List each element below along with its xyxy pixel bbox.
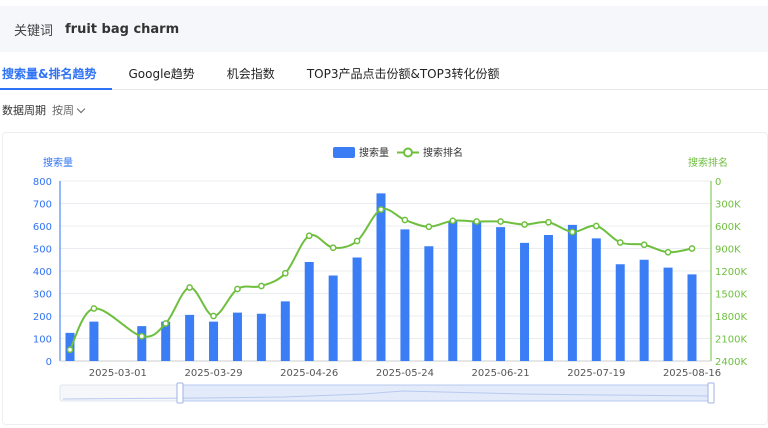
volume-bar[interactable] — [185, 314, 195, 361]
volume-bar[interactable] — [232, 312, 242, 361]
volume-bar[interactable] — [137, 326, 147, 361]
rank-point[interactable] — [258, 282, 265, 290]
tab-top3-share[interactable]: TOP3产品点击份额&TOP3转化份额 — [291, 58, 516, 90]
rank-point[interactable] — [329, 244, 337, 252]
left-axis-tick: 0 — [46, 357, 52, 368]
rank-point[interactable] — [210, 312, 217, 320]
period-selector: 数据周期 按周 — [2, 102, 86, 118]
chart-card: 搜索量 搜索排名 搜索量 搜索排名 0 100 200 300 400 500 600 700 800 0… — [2, 132, 768, 425]
rank-point[interactable] — [569, 228, 576, 236]
volume-bar[interactable] — [328, 275, 338, 362]
left-axis-tick: 200 — [33, 312, 52, 323]
rank-point[interactable] — [592, 222, 600, 230]
left-axis-tick: 400 — [33, 267, 52, 278]
period-dropdown[interactable]: 按周 — [52, 102, 86, 118]
rank-point[interactable] — [473, 218, 481, 225]
chevron-down-icon — [76, 104, 86, 113]
rank-point[interactable] — [688, 245, 696, 252]
volume-bar[interactable] — [663, 267, 673, 361]
right-axis-tick: 1200K — [715, 267, 747, 278]
volume-bar[interactable] — [543, 235, 553, 361]
trend-chart: 搜索量 搜索排名搜索量 搜索排名0100200300400500600700800 0… — [33, 146, 747, 404]
rank-point[interactable] — [66, 346, 74, 354]
volume-bar[interactable] — [376, 193, 386, 361]
tab-bar: 搜索量&排名趋势 Google趋势 机会指数 TOP3产品点击份额&TOP3转化… — [0, 58, 768, 90]
left-axis-tick: 700 — [33, 200, 52, 211]
right-axis-title: 搜索排名 — [688, 156, 728, 169]
rank-point[interactable] — [281, 269, 289, 277]
rank-point[interactable] — [186, 284, 193, 291]
volume-bar[interactable] — [280, 301, 290, 361]
zoom-slider-window[interactable] — [179, 384, 712, 402]
volume-bar[interactable] — [424, 246, 434, 361]
volume-bar[interactable] — [591, 238, 601, 361]
rank-point[interactable] — [545, 218, 552, 226]
right-axis-tick: 2400K — [715, 357, 747, 368]
x-axis-tick: 2025-03-01 — [89, 368, 147, 379]
rank-point[interactable] — [497, 218, 504, 225]
rank-point[interactable] — [449, 217, 457, 225]
rank-point[interactable] — [401, 216, 409, 224]
zoom-handle-left[interactable] — [176, 382, 184, 404]
rank-point[interactable] — [162, 320, 170, 327]
left-axis-title: 搜索量 — [43, 156, 73, 169]
rank-point[interactable] — [664, 248, 672, 256]
period-value: 按周 — [52, 104, 74, 117]
period-label: 数据周期 — [2, 104, 46, 117]
volume-bar[interactable] — [687, 274, 697, 361]
x-axis-tick: 2025-04-26 — [280, 368, 338, 379]
volume-bar[interactable] — [304, 262, 314, 361]
legend-label-rank[interactable]: 搜索排名 — [423, 146, 463, 159]
x-axis-tick: 2025-08-16 — [663, 368, 721, 379]
rank-point[interactable] — [353, 237, 361, 245]
volume-bar[interactable] — [352, 257, 362, 362]
legend-label-volume[interactable]: 搜索量 — [359, 146, 389, 159]
volume-bar[interactable] — [89, 321, 99, 361]
right-axis-tick: 600K — [715, 222, 741, 233]
left-axis-tick: 800 — [33, 177, 52, 188]
rank-point[interactable] — [305, 232, 313, 240]
rank-point[interactable] — [616, 239, 624, 246]
keyword-label: 关键词 — [14, 23, 54, 39]
left-axis-tick: 300 — [33, 290, 52, 301]
volume-bar[interactable] — [520, 242, 530, 361]
zoom-handle-right[interactable] — [707, 382, 715, 404]
legend-marker-rank[interactable] — [403, 147, 413, 158]
volume-bar[interactable] — [209, 321, 219, 361]
right-axis-tick: 300K — [715, 200, 741, 211]
volume-bar[interactable] — [472, 221, 482, 362]
keyword-bar: 关键词 fruit bag charm — [0, 6, 768, 52]
rank-point[interactable] — [234, 285, 241, 293]
x-axis-tick: 2025-05-24 — [376, 368, 434, 379]
volume-bar[interactable] — [256, 313, 266, 361]
tab-opportunity-index[interactable]: 机会指数 — [211, 58, 291, 90]
x-axis-tick: 2025-06-21 — [472, 368, 530, 379]
right-axis-tick: 1500K — [715, 290, 747, 301]
volume-bar[interactable] — [448, 221, 458, 362]
volume-bar[interactable] — [567, 224, 577, 361]
rank-point[interactable] — [377, 206, 385, 213]
volume-bar[interactable] — [639, 259, 649, 361]
keyword-value: fruit bag charm — [65, 21, 180, 37]
rank-point[interactable] — [425, 223, 433, 231]
right-axis-tick: 0 — [715, 177, 721, 188]
right-axis-tick: 1800K — [715, 312, 747, 323]
tab-google-trends[interactable]: Google趋势 — [112, 58, 210, 90]
left-axis-tick: 600 — [33, 222, 52, 233]
left-axis-tick: 500 — [33, 245, 52, 256]
rank-point[interactable] — [90, 305, 98, 312]
tab-search-rank-trend[interactable]: 搜索量&排名趋势 — [0, 58, 113, 90]
rank-point[interactable] — [521, 221, 528, 228]
legend-swatch-volume[interactable] — [333, 147, 355, 158]
right-axis-tick: 2100K — [715, 335, 747, 346]
right-axis-tick: 900K — [715, 245, 741, 256]
x-axis-tick: 2025-03-29 — [184, 368, 242, 379]
rank-point[interactable] — [138, 332, 146, 340]
volume-bar[interactable] — [496, 227, 506, 361]
left-axis-tick: 100 — [33, 335, 52, 346]
volume-bar[interactable] — [615, 264, 625, 361]
volume-bar[interactable] — [400, 229, 410, 361]
rank-point[interactable] — [640, 241, 648, 249]
x-axis-tick: 2025-07-19 — [567, 368, 625, 379]
